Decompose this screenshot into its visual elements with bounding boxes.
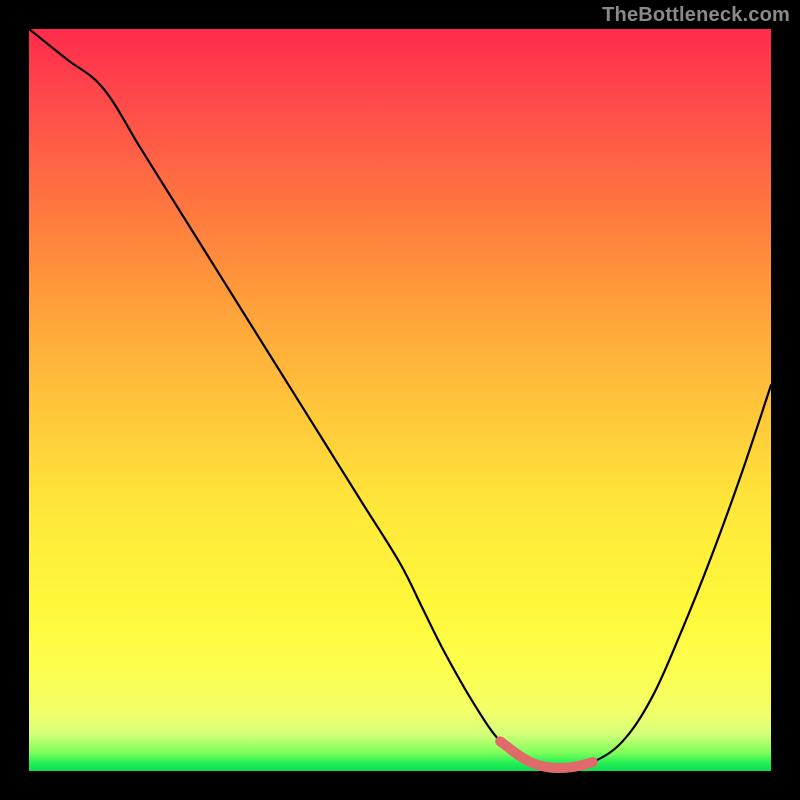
chart-container: TheBottleneck.com [0,0,800,800]
bottleneck-curve-line [29,29,771,768]
bottleneck-curve-highlight [500,741,593,768]
bottleneck-curve-svg [29,29,771,771]
watermark-text: TheBottleneck.com [602,4,790,27]
